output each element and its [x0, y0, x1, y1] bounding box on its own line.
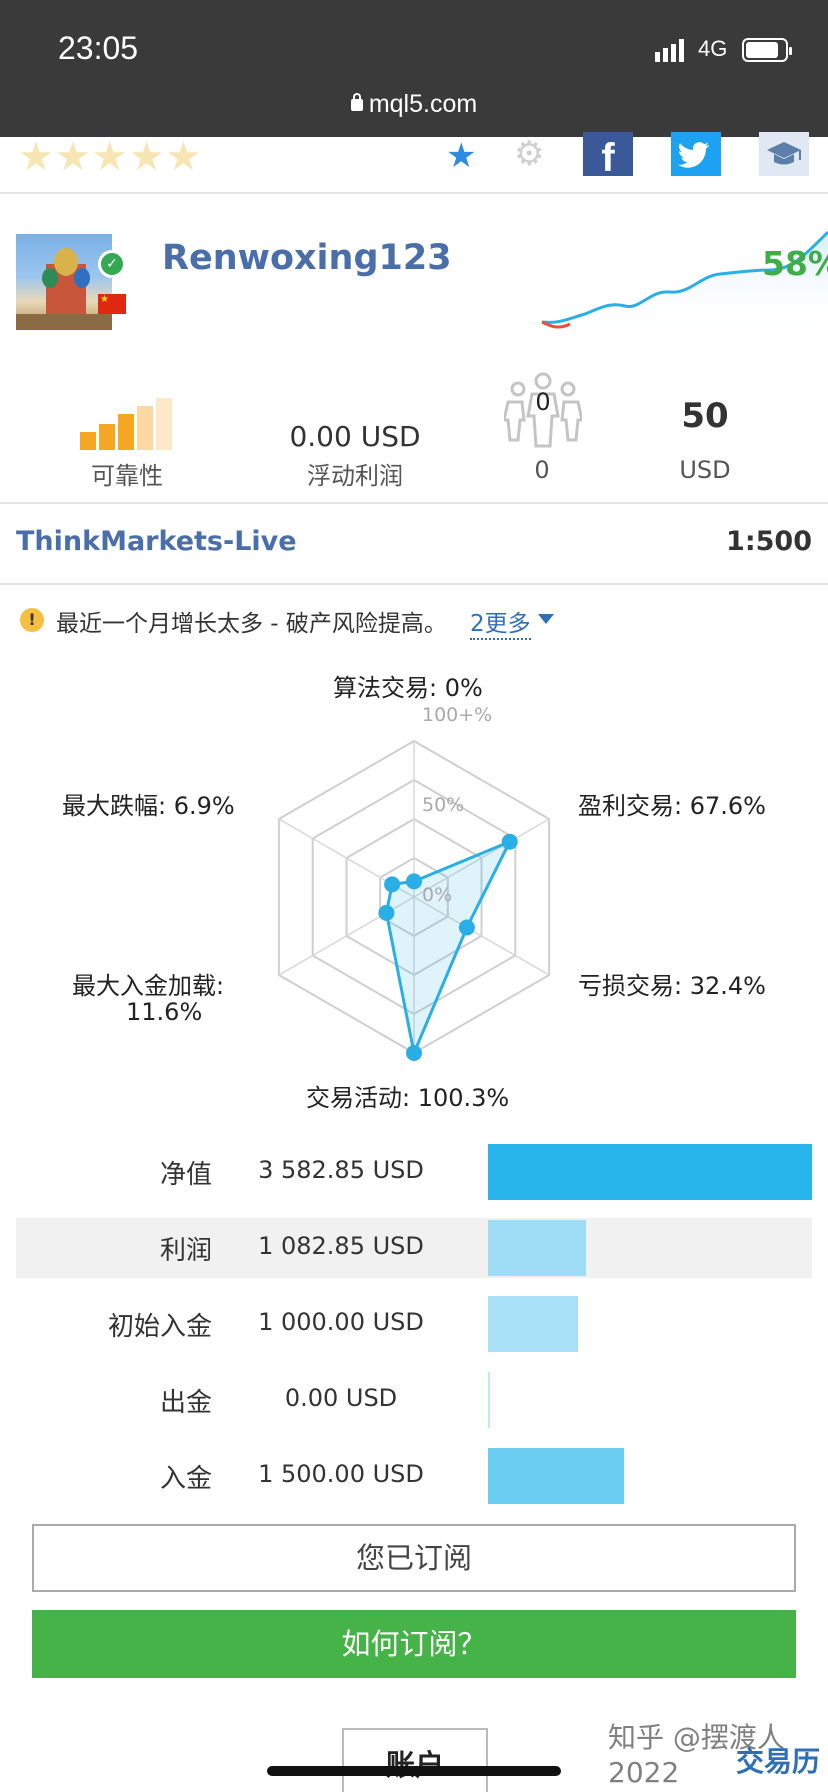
radar-scale-50: 50% [422, 794, 465, 816]
metric-bar [488, 1448, 624, 1504]
floating-profit-label: 浮动利润 [307, 462, 403, 490]
metric-value: 0.00 USD [284, 1384, 398, 1412]
battery-icon [742, 38, 792, 62]
metric-bar [488, 1220, 586, 1276]
metric-row: 初始入金 1 000.00 USD [16, 1294, 812, 1354]
leverage: 1:500 [726, 526, 812, 557]
how-to-subscribe-button[interactable]: 如何订阅？ [32, 1610, 796, 1678]
chevron-down-icon[interactable] [538, 614, 554, 624]
status-bar: 23:05 4G mql5.com [0, 0, 828, 137]
radar-scale-100: 100+% [422, 704, 493, 726]
graduation-cap-icon[interactable] [759, 132, 809, 176]
radar-point [406, 873, 422, 890]
radar-point [384, 876, 401, 893]
radar-label-deposit-load-value: 11.6% [126, 998, 203, 1026]
radar-label-algo: 算法交易: 0% [333, 674, 483, 702]
divider [0, 192, 828, 194]
broker-server[interactable]: ThinkMarkets-Live [16, 526, 297, 557]
username[interactable]: Renwoxing123 [162, 238, 452, 278]
watermark-brand: 交易历 [736, 1745, 821, 1778]
divider [0, 583, 828, 585]
metric-row: 入金 1 500.00 USD [16, 1446, 812, 1506]
url-bar[interactable]: mql5.com [0, 90, 828, 119]
metric-label: 出金 [159, 1388, 212, 1418]
radar-label-drawdown: 最大跌幅: 6.9% [62, 792, 235, 820]
metric-label: 净值 [159, 1160, 212, 1190]
reliability-label: 可靠性 [91, 462, 163, 490]
metric-value: 1 000.00 USD [258, 1308, 424, 1336]
metric-row: 出金 0.00 USD [16, 1370, 812, 1430]
warning-text: 最近一个月增长太多 - 破产风险提高。 [56, 611, 447, 637]
subscribers-label: 0 [534, 456, 550, 484]
metric-row: 净值 3 582.85 USD [16, 1142, 812, 1202]
price-value: 50 [681, 396, 729, 436]
subscribers-count: 0 [535, 388, 551, 416]
radar-scale-0: 0% [422, 884, 453, 906]
radar-label-profit-trades: 盈利交易: 67.6% [578, 792, 766, 820]
metric-label: 利润 [159, 1236, 212, 1266]
radar-point [378, 904, 395, 921]
warning-icon: ! [20, 608, 44, 632]
url-domain: mql5.com [368, 90, 478, 118]
floating-profit-value: 0.00 USD [289, 420, 421, 453]
signal-icon [655, 39, 684, 62]
divider [0, 502, 828, 504]
facebook-share-icon[interactable]: f [583, 132, 633, 180]
gear-icon[interactable]: ⚙ [514, 134, 544, 174]
network-type: 4G [698, 36, 728, 61]
metric-bar [488, 1372, 490, 1428]
price-currency: USD [679, 456, 731, 484]
rating-stars: ★★★★★ [18, 134, 203, 180]
radar-chart [277, 739, 551, 1061]
metric-bar [488, 1144, 812, 1200]
china-flag-icon: ★ [98, 294, 126, 314]
metric-bar [488, 1296, 578, 1352]
radar-series-shape [384, 838, 513, 1059]
metric-label: 入金 [159, 1464, 212, 1494]
radar-point [458, 919, 475, 936]
metric-value: 1 082.85 USD [258, 1232, 424, 1260]
growth-percent: 58% [762, 244, 828, 283]
lock-icon [350, 93, 363, 111]
avatar[interactable] [16, 234, 112, 330]
tab-account[interactable]: 账户 [342, 1728, 488, 1792]
radar-label-deposit-load: 最大入金加载: [72, 972, 225, 1000]
radar-label-loss-trades: 亏损交易: 32.4% [578, 972, 766, 1000]
clock: 23:05 [58, 30, 139, 66]
metric-value: 1 500.00 USD [258, 1460, 424, 1488]
radar-point [501, 833, 518, 850]
radar-point [406, 1045, 422, 1061]
metric-value: 3 582.85 USD [258, 1156, 424, 1184]
warning-more-link[interactable]: 2更多 [470, 604, 531, 640]
home-indicator[interactable] [267, 1766, 561, 1776]
subscribed-button[interactable]: 您已订阅 [32, 1524, 796, 1592]
metric-label: 初始入金 [107, 1312, 212, 1342]
verified-badge-icon: ✓ [98, 250, 126, 278]
favorite-star-icon[interactable]: ★ [446, 136, 476, 176]
metric-row: 利润 1 082.85 USD [16, 1218, 812, 1278]
reliability-bars-icon [80, 398, 172, 450]
twitter-share-icon[interactable] [671, 132, 721, 176]
radar-label-activity: 交易活动: 100.3% [306, 1084, 510, 1112]
